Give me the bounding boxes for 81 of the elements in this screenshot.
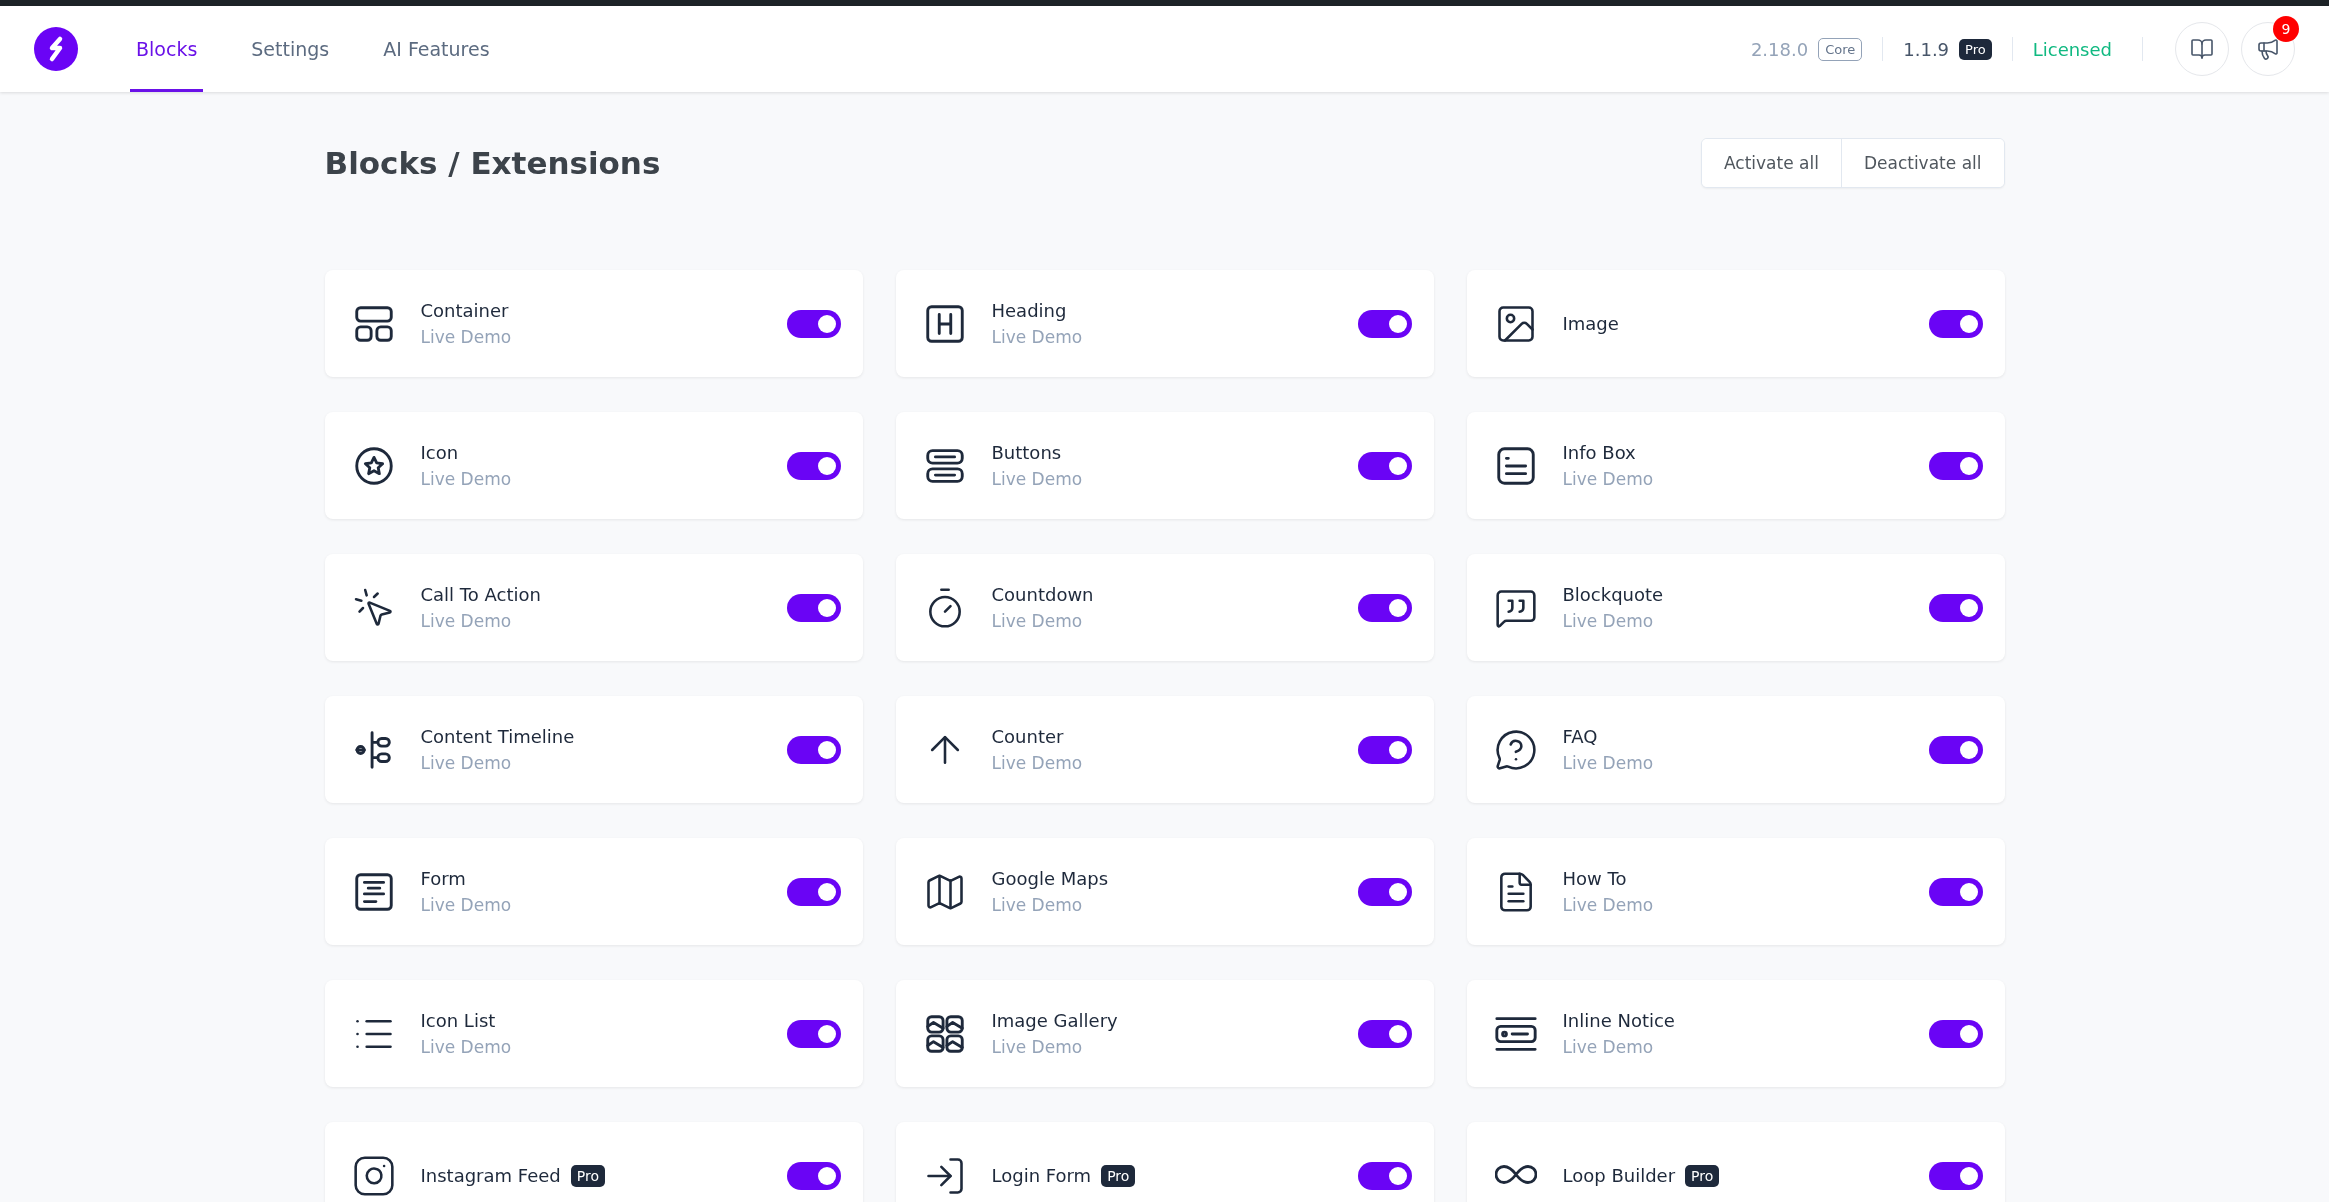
block-name: Inline Notice bbox=[1562, 1010, 1675, 1031]
block-name: Container bbox=[420, 300, 509, 321]
block-name: Counter bbox=[991, 726, 1064, 747]
block-name: Image Gallery bbox=[991, 1010, 1118, 1031]
toggle-switch[interactable] bbox=[1357, 451, 1412, 480]
pro-badge: Pro bbox=[1101, 1164, 1136, 1187]
block-name: Icon bbox=[420, 442, 459, 463]
live-demo-link[interactable]: Live Demo bbox=[991, 895, 1083, 915]
action-button[interactable]: Activate all bbox=[1702, 139, 1841, 187]
block-name: Heading bbox=[991, 300, 1067, 321]
toggle-switch[interactable] bbox=[1928, 877, 1983, 906]
block-name: Content Timeline bbox=[420, 726, 575, 747]
block-name: Google Maps bbox=[991, 868, 1109, 889]
block-name: How To bbox=[1562, 868, 1627, 889]
block-name: Image bbox=[1562, 313, 1619, 334]
live-demo-link[interactable]: Live Demo bbox=[1562, 469, 1654, 489]
page-title: Blocks / Extensions bbox=[324, 145, 661, 181]
instagram-icon bbox=[351, 1153, 396, 1198]
version-text: 1.1.9 bbox=[1903, 38, 1950, 60]
block-name: Loop Builder bbox=[1562, 1165, 1676, 1186]
block-name: Countdown bbox=[991, 584, 1094, 605]
book-icon bbox=[2190, 37, 2214, 61]
live-demo-link[interactable]: Live Demo bbox=[991, 469, 1083, 489]
toggle-switch[interactable] bbox=[786, 1161, 841, 1190]
block-name: Login Form bbox=[991, 1165, 1092, 1186]
live-demo-link[interactable]: Live Demo bbox=[991, 327, 1083, 347]
toggle-switch[interactable] bbox=[786, 451, 841, 480]
toggle-switch[interactable] bbox=[1357, 593, 1412, 622]
nav-tab[interactable]: AI Features bbox=[377, 6, 496, 92]
core-badge: Core bbox=[1818, 37, 1863, 61]
toggle-switch[interactable] bbox=[786, 593, 841, 622]
toggle-switch[interactable] bbox=[1928, 593, 1983, 622]
live-demo-link[interactable]: Live Demo bbox=[420, 753, 512, 773]
toggle-switch[interactable] bbox=[1357, 1019, 1412, 1048]
live-demo-link[interactable]: Live Demo bbox=[1562, 1037, 1654, 1057]
question-bubble-icon bbox=[1493, 727, 1538, 772]
pro-badge: Pro bbox=[1685, 1164, 1720, 1187]
block-name: Instagram Feed bbox=[420, 1165, 561, 1186]
live-demo-link[interactable]: Live Demo bbox=[1562, 895, 1654, 915]
toggle-switch[interactable] bbox=[1928, 309, 1983, 338]
license-status: Licensed bbox=[2032, 38, 2112, 60]
nav-tab[interactable]: Blocks bbox=[130, 6, 204, 92]
toggle-switch[interactable] bbox=[1357, 1161, 1412, 1190]
toggle-switch[interactable] bbox=[1928, 735, 1983, 764]
live-demo-link[interactable]: Live Demo bbox=[991, 611, 1083, 631]
toggle-switch[interactable] bbox=[786, 735, 841, 764]
live-demo-link[interactable]: Live Demo bbox=[420, 1037, 512, 1057]
live-demo-link[interactable]: Live Demo bbox=[420, 895, 512, 915]
pro-badge: Pro bbox=[1959, 38, 1992, 60]
toggle-switch[interactable] bbox=[1928, 451, 1983, 480]
live-demo-link[interactable]: Live Demo bbox=[420, 327, 512, 347]
block-name: Info Box bbox=[1562, 442, 1636, 463]
toggle-switch[interactable] bbox=[786, 1019, 841, 1048]
notification-count: 9 bbox=[2273, 16, 2299, 42]
action-button[interactable]: Deactivate all bbox=[1840, 139, 2004, 187]
live-demo-link[interactable]: Live Demo bbox=[1562, 611, 1654, 631]
nav-tab[interactable]: Settings bbox=[245, 6, 336, 92]
version-text: 2.18.0 bbox=[1750, 38, 1809, 60]
block-name: FAQ bbox=[1562, 726, 1598, 747]
toggle-switch[interactable] bbox=[1357, 877, 1412, 906]
live-demo-link[interactable]: Live Demo bbox=[420, 611, 512, 631]
toggle-switch[interactable] bbox=[786, 877, 841, 906]
live-demo-link[interactable]: Live Demo bbox=[991, 1037, 1083, 1057]
block-name: Blockquote bbox=[1562, 584, 1664, 605]
block-name: Icon List bbox=[420, 1010, 496, 1031]
live-demo-link[interactable]: Live Demo bbox=[1562, 753, 1654, 773]
infinity-icon bbox=[1494, 1165, 1537, 1186]
docs-button[interactable] bbox=[2175, 22, 2229, 76]
block-name: Call To Action bbox=[420, 584, 541, 605]
logo-icon bbox=[34, 27, 78, 71]
megaphone-icon bbox=[2256, 37, 2280, 61]
live-demo-link[interactable]: Live Demo bbox=[420, 469, 512, 489]
pro-badge: Pro bbox=[570, 1164, 605, 1187]
toggle-switch[interactable] bbox=[1928, 1019, 1983, 1048]
live-demo-link[interactable]: Live Demo bbox=[991, 753, 1083, 773]
block-name: Buttons bbox=[991, 442, 1062, 463]
toggle-switch[interactable] bbox=[1357, 309, 1412, 338]
toggle-switch[interactable] bbox=[1928, 1161, 1983, 1190]
block-name: Form bbox=[420, 868, 466, 889]
toggle-switch[interactable] bbox=[786, 309, 841, 338]
toggle-switch[interactable] bbox=[1357, 735, 1412, 764]
